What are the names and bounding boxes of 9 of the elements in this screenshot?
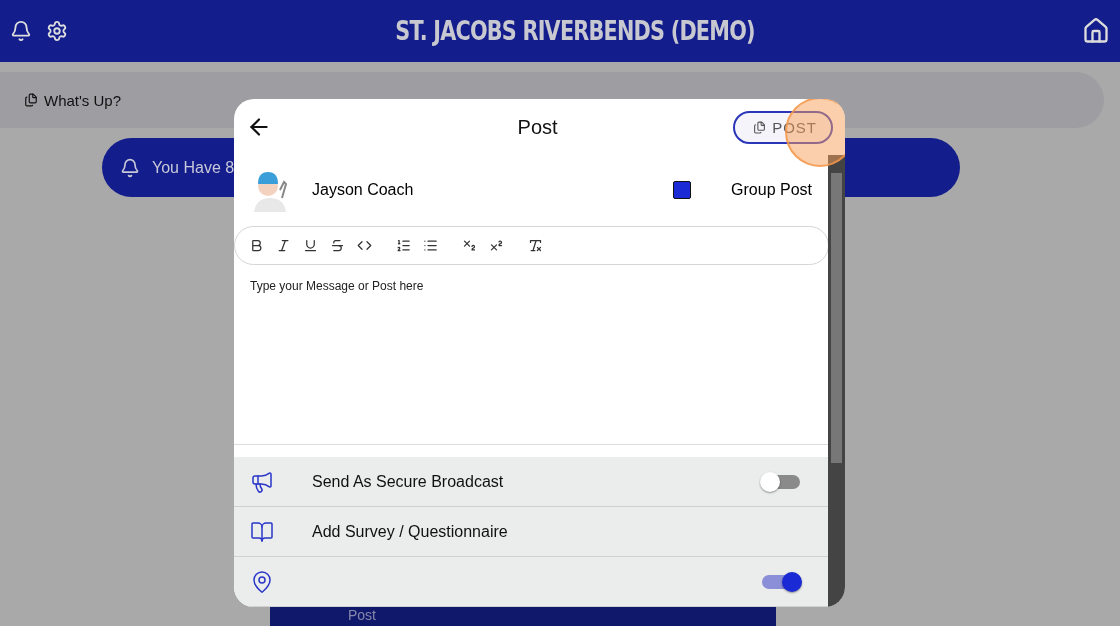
- app-title: ST. JACOBS RIVERBENDS (DEMO): [394, 16, 756, 46]
- group-post-label: Group Post: [731, 181, 812, 200]
- notification-text: You Have 8: [152, 158, 235, 177]
- whats-up-text: What's Up?: [44, 91, 122, 109]
- option-label: Add Survey / Questionnaire: [312, 522, 508, 541]
- author-name: Jayson Coach: [312, 181, 414, 200]
- dialog-title: Post: [516, 115, 559, 139]
- post-label: Post: [348, 607, 376, 623]
- option-label: Send As Secure Broadcast: [312, 472, 504, 491]
